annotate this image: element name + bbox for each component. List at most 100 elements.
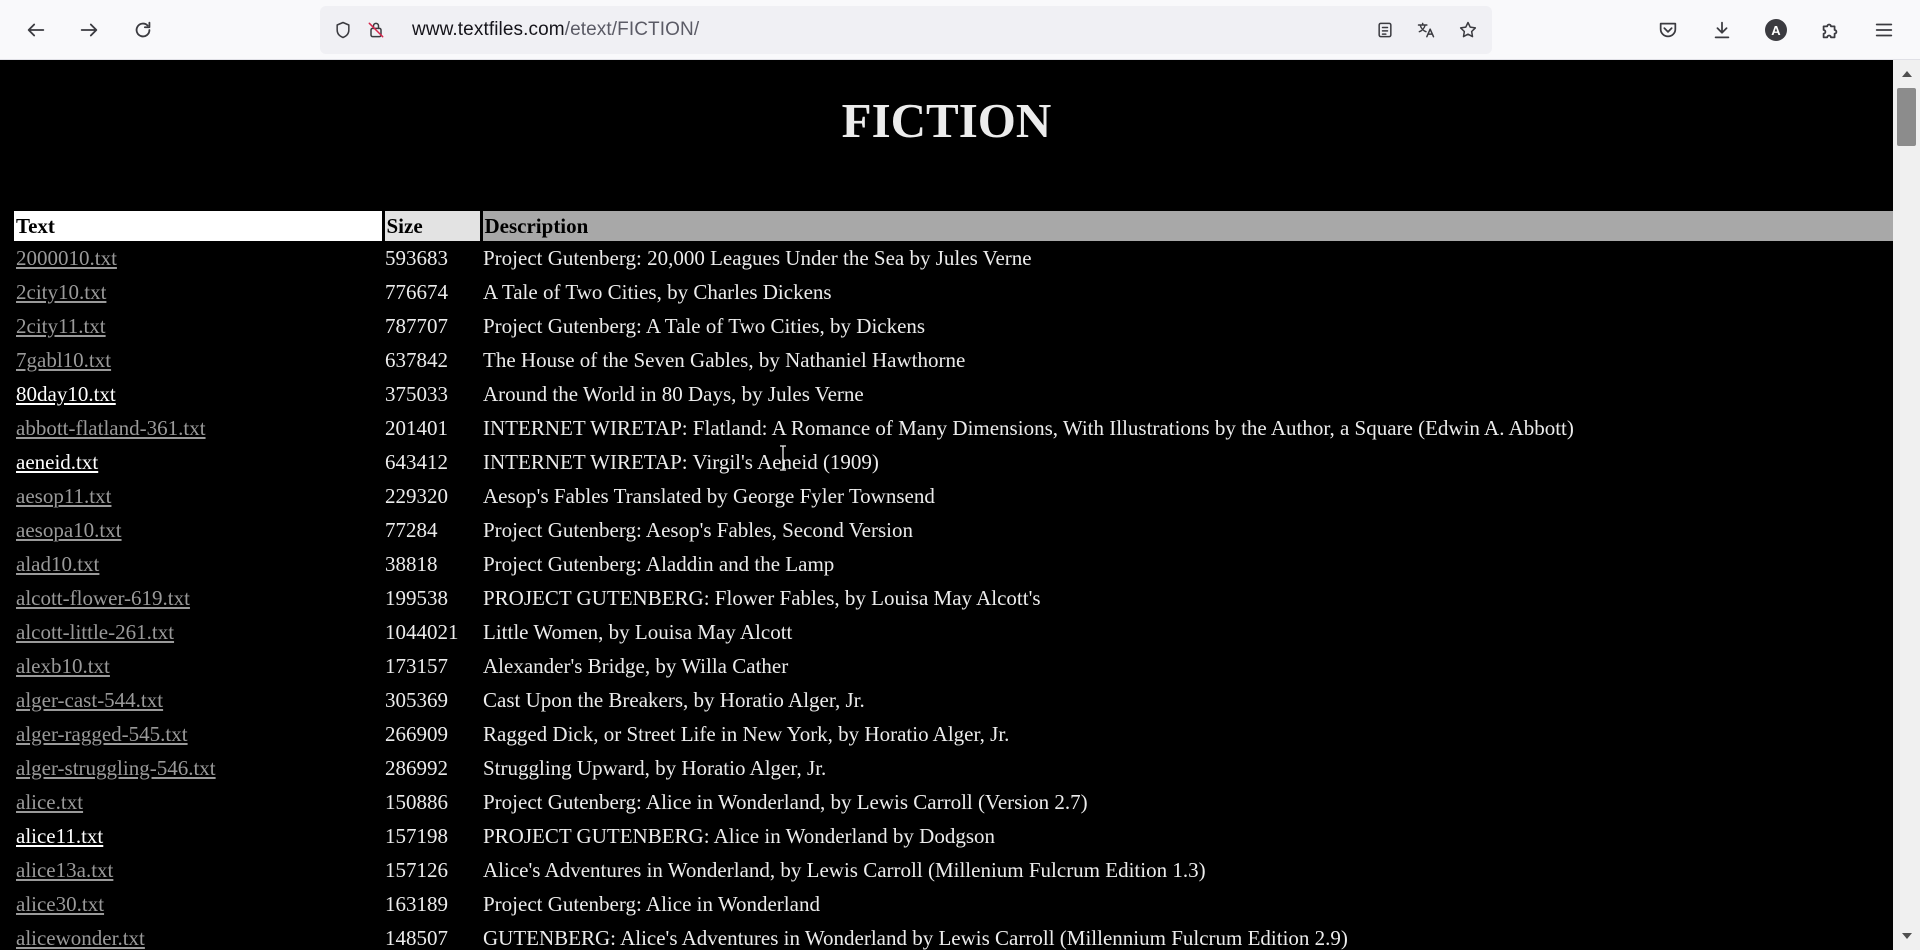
file-link[interactable]: aeneid.txt xyxy=(16,450,98,474)
cell-size: 173157 xyxy=(385,653,448,678)
forward-button[interactable] xyxy=(73,14,105,46)
column-header-text[interactable]: Text xyxy=(14,211,383,241)
cell-file: alcott-flower-619.txt xyxy=(14,581,383,615)
reload-icon xyxy=(135,21,151,38)
cell-size: 776674 xyxy=(385,279,448,304)
cell-size: 637842 xyxy=(385,347,448,372)
cell-file: 2city10.txt xyxy=(14,275,383,309)
cell-file: alcott-little-261.txt xyxy=(14,615,383,649)
file-link[interactable]: alicewonder.txt xyxy=(16,926,145,950)
cell-size: 787707 xyxy=(385,313,448,338)
file-link[interactable]: abbott-flatland-361.txt xyxy=(16,416,206,440)
hamburger-menu-icon xyxy=(1875,23,1893,37)
cell-description: Project Gutenberg: 20,000 Leagues Under … xyxy=(483,245,1032,270)
file-link[interactable]: aesopa10.txt xyxy=(16,518,122,542)
file-link[interactable]: alice13a.txt xyxy=(16,858,113,882)
file-link[interactable]: 2000010.txt xyxy=(16,246,117,270)
cell-size: 643412 xyxy=(385,449,448,474)
cell-description: PROJECT GUTENBERG: Flower Fables, by Lou… xyxy=(483,585,1041,610)
file-link[interactable]: 7gabl10.txt xyxy=(16,348,111,372)
cell-file: 2000010.txt xyxy=(14,241,383,275)
cell-file: alice11.txt xyxy=(14,819,383,853)
extensions-button[interactable] xyxy=(1814,14,1846,46)
column-header-description[interactable]: Description xyxy=(479,211,1893,241)
file-link[interactable]: alcott-little-261.txt xyxy=(16,620,174,644)
file-link[interactable]: aesop11.txt xyxy=(16,484,111,508)
file-link[interactable]: alcott-flower-619.txt xyxy=(16,586,190,610)
translate-icon[interactable] xyxy=(1415,19,1437,41)
cell-description: INTERNET WIRETAP: Flatland: A Romance of… xyxy=(483,415,1574,440)
text-cursor-icon xyxy=(780,445,786,471)
cell-size: 150886 xyxy=(385,789,448,814)
cell-size: 375033 xyxy=(385,381,448,406)
table-row: 2000010.txt 593683 Project Gutenberg: 20,0… xyxy=(14,241,1893,275)
cell-description: Alexander's Bridge, by Willa Cather xyxy=(483,653,789,678)
scroll-down-arrow-icon[interactable] xyxy=(1893,926,1920,946)
cell-size: 77284 xyxy=(385,517,438,542)
cell-description: Around the World in 80 Days, by Jules Ve… xyxy=(483,381,864,406)
file-link[interactable]: 2city11.txt xyxy=(16,314,106,338)
cell-file: aesop11.txt xyxy=(14,479,383,513)
cell-description: Project Gutenberg: Aesop's Fables, Secon… xyxy=(483,517,913,542)
cell-size: 157198 xyxy=(385,823,448,848)
file-link[interactable]: 2city10.txt xyxy=(16,280,106,304)
column-header-size[interactable]: Size xyxy=(381,211,481,241)
cell-description: Little Women, by Louisa May Alcott xyxy=(483,619,793,644)
file-link[interactable]: alad10.txt xyxy=(16,552,99,576)
vertical-scrollbar[interactable] xyxy=(1893,60,1920,950)
cell-file: 2city11.txt xyxy=(14,309,383,343)
table-row: alad10.txt 38818 Project Gutenberg: Aladdi… xyxy=(14,547,1893,581)
file-link[interactable]: alger-struggling-546.txt xyxy=(16,756,216,780)
table-row: alice13a.txt 157126 Alice's Adventures in … xyxy=(14,853,1893,887)
file-link[interactable]: alice.txt xyxy=(16,790,83,814)
scroll-up-arrow-icon[interactable] xyxy=(1893,64,1920,84)
back-button[interactable] xyxy=(20,14,52,46)
browser-toolbar: www.textfiles.com/etext/FICTION/ A xyxy=(0,0,1920,60)
insecure-lock-icon[interactable] xyxy=(365,19,387,41)
table-row: alger-ragged-545.txt 266909 Ragged Dick, o… xyxy=(14,717,1893,751)
file-link[interactable]: alger-ragged-545.txt xyxy=(16,722,188,746)
table-row: alicewonder.txt 148507 GUTENBERG: Alice's … xyxy=(14,921,1893,950)
table-row: abbott-flatland-361.txt 201401 INTERNET WI… xyxy=(14,411,1893,445)
page-title: FICTION xyxy=(841,93,1052,148)
bookmark-star-icon[interactable] xyxy=(1457,19,1479,41)
account-button[interactable]: A xyxy=(1760,14,1792,46)
reload-button[interactable] xyxy=(127,14,159,46)
menu-button[interactable] xyxy=(1868,14,1900,46)
reader-view-icon[interactable] xyxy=(1374,19,1396,41)
cell-size: 593683 xyxy=(385,245,448,270)
cell-file: aeneid.txt xyxy=(14,445,383,479)
cell-file: alice30.txt xyxy=(14,887,383,921)
cell-description: A Tale of Two Cities, by Charles Dickens xyxy=(483,279,832,304)
file-link[interactable]: alice30.txt xyxy=(16,892,104,916)
table-row: aesopa10.txt 77284 Project Gutenberg: Aeso… xyxy=(14,513,1893,547)
table-row: aeneid.txt 643412 INTERNET WIRETAP: Virgil… xyxy=(14,445,1893,479)
cell-file: alger-ragged-545.txt xyxy=(14,717,383,751)
table-row: 7gabl10.txt 637842 The House of the Seven … xyxy=(14,343,1893,377)
url-host: www.textfiles.com xyxy=(412,19,565,40)
pocket-button[interactable] xyxy=(1652,14,1684,46)
cell-file: alger-cast-544.txt xyxy=(14,683,383,717)
table-body: 2000010.txt 593683 Project Gutenberg: 20,0… xyxy=(14,241,1893,950)
shield-icon[interactable] xyxy=(332,19,354,41)
cell-description: Struggling Upward, by Horatio Alger, Jr. xyxy=(483,755,827,780)
cell-description: Aesop's Fables Translated by George Fyle… xyxy=(483,483,935,508)
cell-description: The House of the Seven Gables, by Nathan… xyxy=(483,347,966,372)
downloads-button[interactable] xyxy=(1706,14,1738,46)
file-link[interactable]: 80day10.txt xyxy=(16,382,116,406)
cell-size: 229320 xyxy=(385,483,448,508)
arrow-left-icon xyxy=(27,23,45,37)
cell-description: GUTENBERG: Alice's Adventures in Wonderl… xyxy=(483,925,1348,950)
address-bar[interactable]: www.textfiles.com/etext/FICTION/ xyxy=(320,6,1492,54)
file-link[interactable]: alice11.txt xyxy=(16,824,103,848)
table-row: alger-cast-544.txt 305369 Cast Upon the Br… xyxy=(14,683,1893,717)
table-row: alice.txt 150886 Project Gutenberg: Alice … xyxy=(14,785,1893,819)
cell-file: alexb10.txt xyxy=(14,649,383,683)
cell-file: alice.txt xyxy=(14,785,383,819)
file-link[interactable]: alexb10.txt xyxy=(16,654,110,678)
url-text[interactable]: www.textfiles.com/etext/FICTION/ xyxy=(412,19,699,41)
cell-description: Project Gutenberg: Alice in Wonderland xyxy=(483,891,820,916)
file-link[interactable]: alger-cast-544.txt xyxy=(16,688,163,712)
cell-description: Project Gutenberg: Aladdin and the Lamp xyxy=(483,551,835,576)
scrollbar-thumb[interactable] xyxy=(1897,88,1916,146)
